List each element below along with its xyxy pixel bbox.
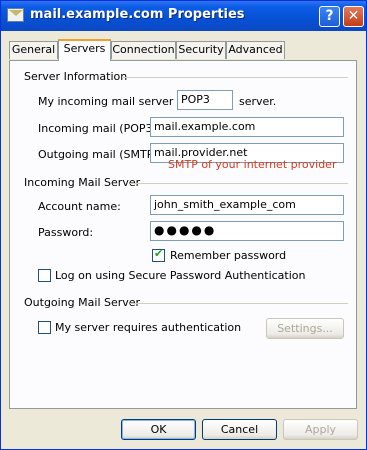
outgoing-server-divider <box>130 303 348 304</box>
ok-button[interactable]: OK <box>121 419 196 440</box>
incoming-mail-label: Incoming mail (POP3): <box>38 122 161 135</box>
outgoing-mail-label: Outgoing mail (SMTP): <box>38 148 162 161</box>
properties-dialog: mail.example.com Properties ? ✕ General … <box>0 0 367 450</box>
help-button[interactable]: ? <box>319 6 340 27</box>
incoming-server-divider <box>130 183 348 184</box>
cancel-button[interactable]: Cancel <box>202 419 277 440</box>
requires-auth-label[interactable]: My server requires authentication <box>55 321 241 334</box>
outgoing-server-group-title: Outgoing Mail Server <box>24 296 141 309</box>
requires-auth-checkbox[interactable] <box>38 321 51 334</box>
server-info-group-title: Server Information <box>24 70 128 83</box>
tab-advanced[interactable]: Advanced <box>226 41 285 59</box>
remember-password-checkbox[interactable] <box>152 247 165 262</box>
tab-general[interactable]: General <box>9 41 58 59</box>
spa-label[interactable]: Log on using Secure Password Authenticat… <box>55 269 306 282</box>
settings-button[interactable]: Settings... <box>266 318 344 339</box>
title-bar[interactable]: mail.example.com Properties ? ✕ <box>1 1 366 31</box>
smtp-annotation: SMTP of your internet provider <box>168 158 337 171</box>
incoming-type-suffix: server. <box>239 95 277 108</box>
tab-servers[interactable]: Servers <box>58 39 111 61</box>
incoming-type-label: My incoming mail server is a <box>38 95 196 108</box>
password-field[interactable]: ●●●●● <box>150 221 344 241</box>
spa-checkbox[interactable] <box>38 269 51 282</box>
close-button[interactable]: ✕ <box>343 6 364 27</box>
account-name-label: Account name: <box>38 200 121 213</box>
remember-password-label[interactable]: Remember password <box>170 249 286 262</box>
incoming-server-group-title: Incoming Mail Server <box>24 176 141 189</box>
incoming-mail-field[interactable]: mail.example.com <box>150 117 344 137</box>
window-title: mail.example.com Properties <box>30 7 245 22</box>
servers-tab-panel: Server Information My incoming mail serv… <box>9 60 357 409</box>
server-info-divider <box>122 77 348 78</box>
apply-button[interactable]: Apply <box>283 419 358 440</box>
account-name-field[interactable]: john_smith_example_com <box>150 195 344 215</box>
tab-connection[interactable]: Connection <box>111 41 176 59</box>
tab-security[interactable]: Security <box>176 41 226 59</box>
envelope-icon <box>7 8 24 22</box>
password-label: Password: <box>38 226 94 239</box>
incoming-type-select[interactable]: POP3 <box>177 90 233 110</box>
